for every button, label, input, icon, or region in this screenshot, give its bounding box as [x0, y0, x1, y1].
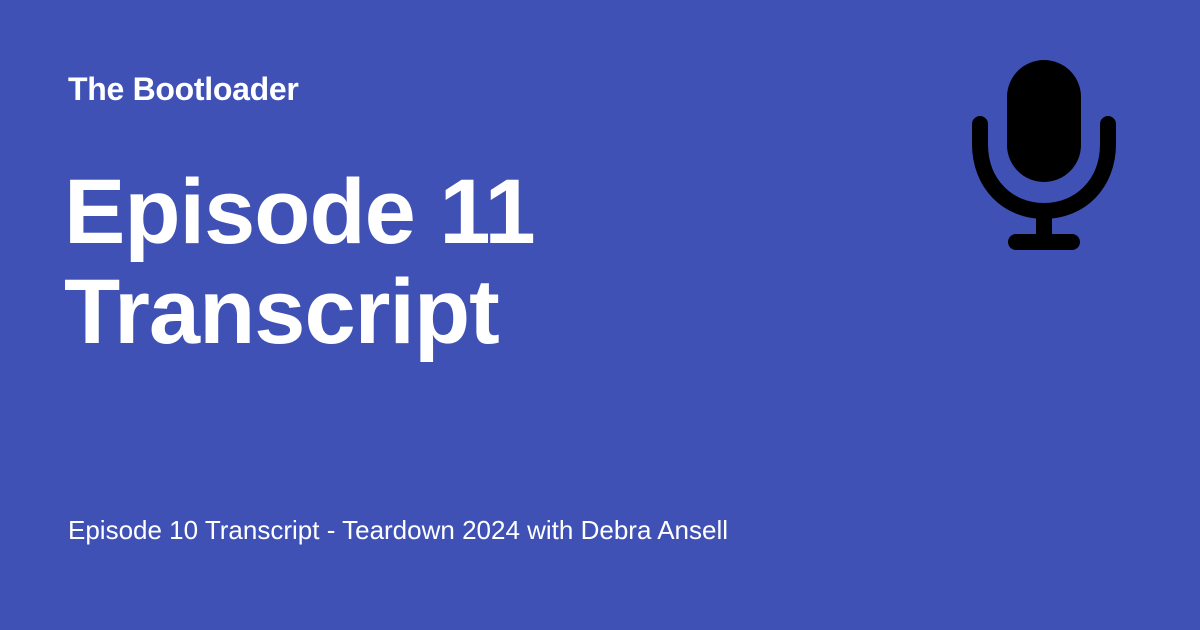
previous-episode-link: Episode 10 Transcript - Teardown 2024 wi…: [68, 515, 729, 545]
episode-title-line-2: Transcript: [64, 261, 500, 363]
social-card: The Bootloader Episode 11 Transcript Epi…: [0, 0, 1200, 630]
episode-title-line-1: Episode 11: [64, 161, 536, 263]
episode-title: Episode 11 Transcript: [64, 162, 884, 362]
site-name: The Bootloader: [68, 71, 299, 107]
microphone-icon: [960, 58, 1128, 254]
